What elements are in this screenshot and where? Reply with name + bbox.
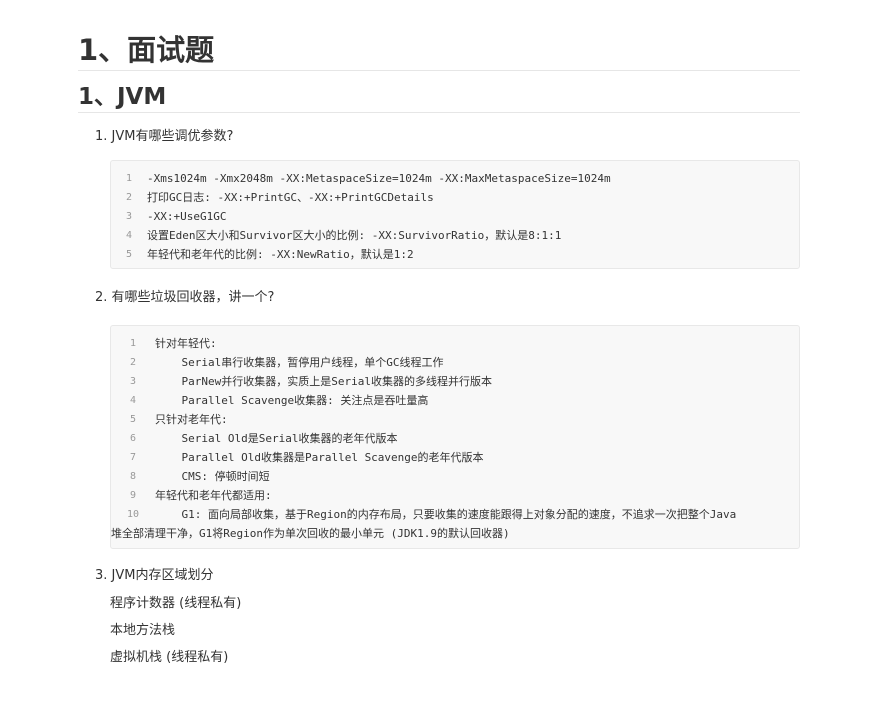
code-text: 打印GC日志: -XX:+PrintGC、-XX:+PrintGCDetails: [147, 191, 434, 204]
line-number: 1: [125, 173, 133, 184]
code-block-jvm-params: 1 -Xms1024m -Xmx2048m -XX:MetaspaceSize=…: [110, 160, 800, 269]
code-text: Parallel Scavenge收集器: 关注点是吞吐量高: [155, 394, 429, 407]
code-text: 年轻代和老年代的比例: -XX:NewRatio，默认是1:2: [147, 248, 414, 261]
line-number: 6: [129, 433, 137, 444]
code-text: Parallel Old收集器是Parallel Scavenge的老年代版本: [155, 451, 484, 464]
code-line-continuation: 堆全部清理干净，G1将Region作为单次回收的最小单元 (JDK1.9的默认回…: [111, 524, 799, 543]
code-line: 5 只针对老年代:: [111, 410, 799, 429]
code-line: 10 G1: 面向局部收集，基于Region的内存布局，只要收集的速度能跟得上对…: [111, 505, 799, 524]
line-number: 3: [125, 211, 133, 222]
code-text: 只针对老年代:: [155, 413, 228, 426]
document-page: 1、面试题 1、JVM 1. JVM有哪些调优参数? 1 -Xms1024m -…: [78, 0, 800, 667]
code-line: 3 ParNew并行收集器，实质上是Serial收集器的多线程并行版本: [111, 372, 799, 391]
line-number: 3: [129, 376, 137, 387]
code-block-gc-collectors: 1 针对年轻代: 2 Serial串行收集器，暂停用户线程，单个GC线程工作 3…: [110, 325, 800, 549]
code-text: G1: 面向局部收集，基于Region的内存布局，只要收集的速度能跟得上对象分配…: [155, 508, 737, 521]
code-text: Serial Old是Serial收集器的老年代版本: [155, 432, 398, 445]
line-number: 1: [129, 338, 137, 349]
code-line: 8 CMS: 停顿时间短: [111, 467, 799, 486]
code-text: 堆全部清理干净，G1将Region作为单次回收的最小单元 (JDK1.9的默认回…: [111, 527, 510, 540]
code-line: 9 年轻代和老年代都适用:: [111, 486, 799, 505]
code-line: 7 Parallel Old收集器是Parallel Scavenge的老年代版…: [111, 448, 799, 467]
code-line: 3 -XX:+UseG1GC: [111, 207, 799, 226]
code-line: 2 打印GC日志: -XX:+PrintGC、-XX:+PrintGCDetai…: [111, 188, 799, 207]
question-2: 2. 有哪些垃圾回收器，讲一个?: [95, 290, 275, 305]
question-1: 1. JVM有哪些调优参数?: [95, 129, 234, 144]
line-number: 2: [125, 192, 133, 203]
code-text: ParNew并行收集器，实质上是Serial收集器的多线程并行版本: [155, 375, 492, 388]
page-title: 1、面试题: [78, 0, 800, 71]
code-line: 1 针对年轻代:: [111, 334, 799, 353]
code-text: 针对年轻代:: [155, 337, 217, 350]
line-number: 7: [129, 452, 137, 463]
line-number: 4: [129, 395, 137, 406]
line-number: 5: [125, 249, 133, 260]
code-text: -Xms1024m -Xmx2048m -XX:MetaspaceSize=10…: [147, 172, 611, 185]
line-number: 4: [125, 230, 133, 241]
memory-area-item: 虚拟机栈 (线程私有): [110, 650, 229, 665]
line-number: 5: [129, 414, 137, 425]
section-heading-jvm: 1、JVM: [78, 82, 800, 113]
memory-area-item: 本地方法栈: [110, 623, 176, 638]
code-text: 年轻代和老年代都适用:: [155, 489, 272, 502]
line-number: 9: [129, 490, 137, 501]
code-line: 1 -Xms1024m -Xmx2048m -XX:MetaspaceSize=…: [111, 169, 799, 188]
code-line: 4 Parallel Scavenge收集器: 关注点是吞吐量高: [111, 391, 799, 410]
code-text: Serial串行收集器，暂停用户线程，单个GC线程工作: [155, 356, 444, 369]
code-text: -XX:+UseG1GC: [147, 210, 227, 223]
code-text: 设置Eden区大小和Survivor区大小的比例: -XX:SurvivorRa…: [147, 229, 562, 242]
question-3: 3. JVM内存区域划分: [95, 568, 214, 583]
code-line: 6 Serial Old是Serial收集器的老年代版本: [111, 429, 799, 448]
code-line: 2 Serial串行收集器，暂停用户线程，单个GC线程工作: [111, 353, 799, 372]
memory-area-item: 程序计数器 (线程私有): [110, 596, 242, 611]
code-text: CMS: 停顿时间短: [155, 470, 270, 483]
code-line: 4 设置Eden区大小和Survivor区大小的比例: -XX:Survivor…: [111, 226, 799, 245]
line-number: 2: [129, 357, 137, 368]
line-number: 10: [126, 509, 140, 520]
line-number: 8: [129, 471, 137, 482]
code-line: 5 年轻代和老年代的比例: -XX:NewRatio，默认是1:2: [111, 245, 799, 264]
